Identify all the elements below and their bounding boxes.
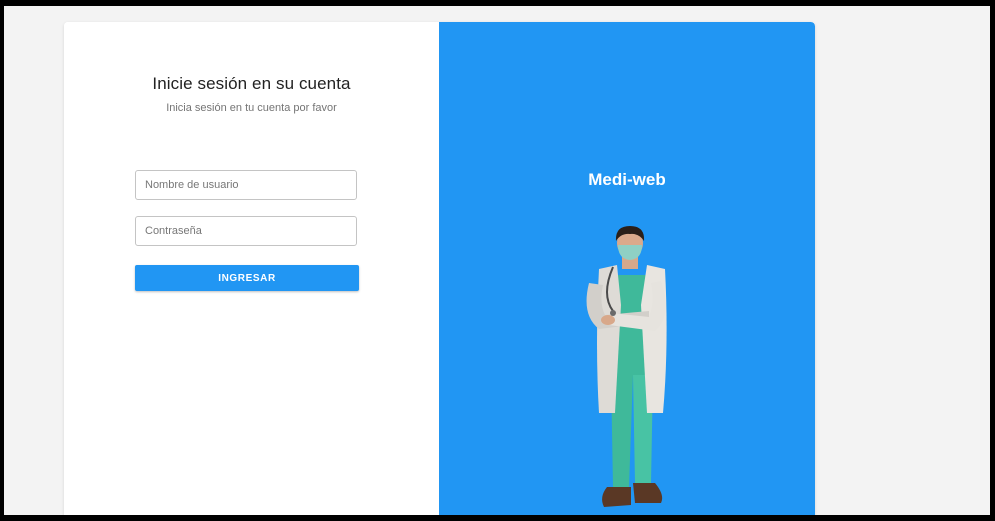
brand-name: Medi-web: [588, 170, 666, 189]
login-subtitle: Inicia sesión en tu cuenta por favor: [166, 102, 337, 114]
username-input[interactable]: [135, 170, 357, 200]
login-title: Inicie sesión en su cuenta: [152, 74, 351, 93]
password-input[interactable]: [135, 216, 357, 246]
login-button[interactable]: INGRESAR: [135, 265, 359, 291]
page-background: Inicie sesión en su cuenta Inicia sesión…: [4, 6, 990, 515]
login-card: Inicie sesión en su cuenta Inicia sesión…: [64, 22, 815, 515]
doctor-illustration: [586, 226, 667, 507]
login-form-panel: Inicie sesión en su cuenta Inicia sesión…: [64, 22, 439, 515]
brand-panel: Medi-web: [439, 22, 815, 515]
